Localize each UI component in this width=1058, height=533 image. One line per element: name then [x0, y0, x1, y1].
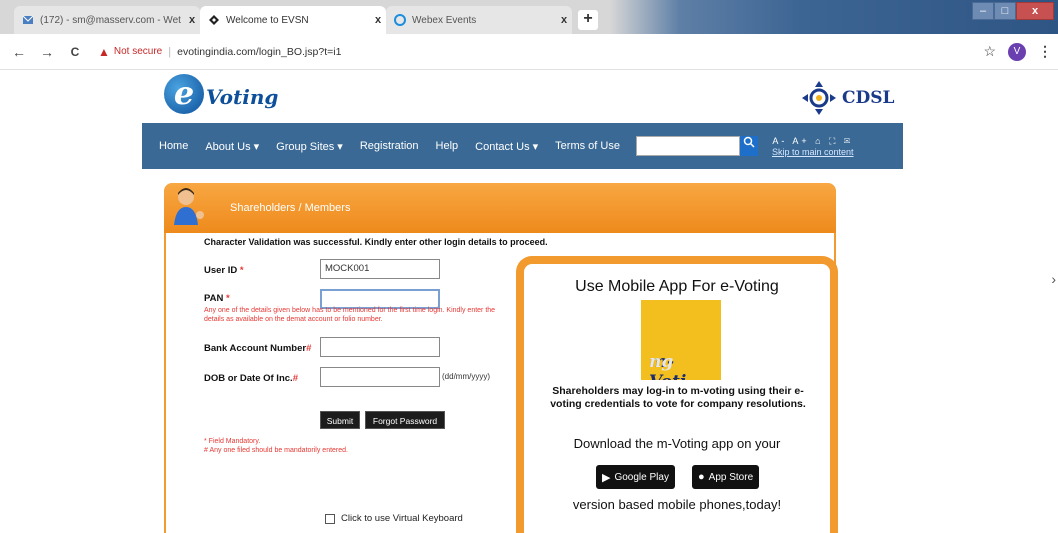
dob-label: DOB or Date Of Inc.#: [204, 373, 298, 384]
app-store-label: App Store: [708, 471, 754, 483]
warning-icon: ▲: [98, 44, 110, 59]
security-label: Not secure: [113, 46, 163, 57]
nav-contact-us[interactable]: Contact Us ▾: [475, 140, 538, 153]
chevron-right-icon[interactable]: ›: [1051, 271, 1056, 287]
mandatory-note: * Field Mandatory. # Any one filed shoul…: [204, 438, 348, 455]
bank-account-label: Bank Account Number#: [204, 343, 311, 354]
google-play-badge[interactable]: ▶ Google Play: [596, 465, 675, 489]
close-tab-icon[interactable]: x: [184, 14, 200, 26]
virtual-keyboard-checkbox[interactable]: [325, 513, 335, 524]
toolbar-right: ☆ V ⋮: [983, 42, 1058, 61]
submit-button[interactable]: Submit: [320, 411, 360, 429]
hash-marker: #: [306, 343, 312, 354]
diamond-icon: [208, 14, 220, 26]
search-button[interactable]: [739, 136, 758, 156]
webex-icon: [394, 14, 406, 26]
reload-button[interactable]: C: [64, 45, 86, 59]
pan-note: Any one of the details given below has t…: [204, 307, 496, 323]
close-tab-icon[interactable]: x: [556, 14, 572, 26]
accessibility-tools: A- A+ ⌂ ⛶ ✉ Skip to main content: [772, 136, 854, 157]
user-id-label-text: User ID: [204, 265, 238, 276]
maximize-button[interactable]: □: [994, 2, 1016, 20]
evoting-e-icon: e: [164, 74, 204, 114]
close-window-button[interactable]: x: [1016, 2, 1054, 20]
m-voting-logo-fade: ng: [649, 352, 674, 372]
browser-window: (172) - sm@masserv.com - Wet x Welcome t…: [0, 0, 1058, 533]
site-search: [635, 136, 758, 156]
tab-evsn[interactable]: Welcome to EVSN x: [200, 6, 386, 34]
new-tab-button[interactable]: +: [578, 10, 598, 30]
nav-home[interactable]: Home: [159, 140, 188, 152]
nav-registration[interactable]: Registration: [360, 140, 419, 152]
dob-format-hint: (dd/mm/yyyy): [442, 372, 490, 381]
mobile-panel-title: Use Mobile App For e-Voting: [575, 278, 779, 295]
search-input[interactable]: [635, 136, 740, 156]
virtual-keyboard-label: Click to use Virtual Keyboard: [341, 513, 463, 524]
bank-account-label-text: Bank Account Number: [204, 343, 307, 354]
user-id-label: User ID *: [204, 265, 244, 276]
required-marker: *: [226, 293, 230, 304]
omnibox[interactable]: ▲ Not secure | evotingindia.com/login_BO…: [98, 45, 341, 59]
apple-icon: ●: [698, 471, 705, 483]
cdsl-logo[interactable]: CDSL: [800, 79, 895, 117]
play-icon: ▶: [602, 471, 611, 484]
minimize-button[interactable]: –: [972, 2, 994, 20]
forgot-password-button[interactable]: Forgot Password: [365, 411, 445, 429]
mandatory-note-line: * Field Mandatory.: [204, 438, 261, 445]
mobile-app-panel: Use Mobile App For e-Voting m-Voting Sha…: [516, 256, 838, 533]
back-button[interactable]: ←: [8, 44, 30, 60]
pan-label: PAN *: [204, 293, 230, 304]
address-bar: ← → C ▲ Not secure | evotingindia.com/lo…: [0, 34, 1058, 70]
shareholder-person-icon: [172, 185, 212, 225]
pan-label-text: PAN: [204, 293, 224, 304]
url-divider: |: [168, 45, 172, 58]
m-voting-logo: m-Voting: [641, 300, 721, 380]
nav-help[interactable]: Help: [436, 140, 459, 152]
url-text: evotingindia.com/login_BO.jsp?t=i1: [177, 45, 342, 58]
bank-account-field[interactable]: [320, 337, 440, 357]
section-title: Shareholders / Members: [230, 202, 351, 214]
mail-icon: [22, 14, 34, 26]
pan-field[interactable]: [320, 289, 440, 309]
accessibility-icons[interactable]: A- A+ ⌂ ⛶ ✉: [772, 136, 853, 147]
shareholders-header: Shareholders / Members: [164, 183, 836, 233]
dob-label-text: DOB or Date Of Inc.: [204, 373, 293, 384]
validation-message: Character Validation was successful. Kin…: [204, 237, 548, 247]
tab-title: Webex Events: [412, 14, 477, 26]
nav-terms-of-use[interactable]: Terms of Use: [555, 140, 620, 152]
nav-about-us[interactable]: About Us ▾: [205, 140, 259, 153]
cdsl-wordmark: CDSL: [842, 88, 895, 108]
google-play-label: Google Play: [614, 471, 669, 483]
search-icon: [743, 136, 755, 148]
skip-to-main-link[interactable]: Skip to main content: [772, 147, 854, 157]
user-id-field[interactable]: MOCK001: [320, 259, 440, 279]
tab-bar: (172) - sm@masserv.com - Wet x Welcome t…: [0, 0, 1058, 34]
app-store-badge[interactable]: ● App Store: [692, 465, 760, 489]
virtual-keyboard-option[interactable]: Click to use Virtual Keyboard: [325, 513, 463, 524]
version-text: version based mobile phones,today!: [572, 497, 782, 512]
tab-webex[interactable]: Webex Events x: [386, 6, 572, 34]
download-text: Download the m-Voting app on your: [573, 436, 781, 451]
tab-title: Welcome to EVSN: [226, 14, 309, 26]
bookmark-star-icon[interactable]: ☆: [983, 43, 996, 60]
page: › e Voting CDSL Home About Us ▾ Group Si…: [0, 71, 1058, 533]
menu-dots-icon[interactable]: ⋮: [1038, 43, 1052, 60]
dob-field[interactable]: [320, 367, 440, 387]
evoting-logo[interactable]: e Voting: [164, 74, 278, 114]
cdsl-emblem-icon: [800, 79, 838, 117]
nav-group-sites[interactable]: Group Sites ▾: [276, 140, 343, 153]
required-marker: *: [239, 265, 244, 276]
profile-avatar[interactable]: V: [1008, 42, 1026, 61]
evoting-wordmark: Voting: [206, 85, 279, 109]
mobile-panel-description: Shareholders may log-in to m-voting usin…: [550, 385, 806, 410]
tab-email[interactable]: (172) - sm@masserv.com - Wet x: [14, 6, 200, 34]
hash-marker: #: [292, 373, 298, 384]
main-navbar: Home About Us ▾ Group Sites ▾ Registrati…: [142, 123, 903, 169]
forward-button[interactable]: →: [36, 44, 58, 60]
tab-title: (172) - sm@masserv.com - Wet: [40, 14, 181, 26]
window-controls: – □ x: [972, 2, 1054, 20]
close-tab-icon[interactable]: x: [370, 14, 386, 26]
mandatory-note-line: # Any one filed should be mandatorily en…: [204, 446, 348, 454]
